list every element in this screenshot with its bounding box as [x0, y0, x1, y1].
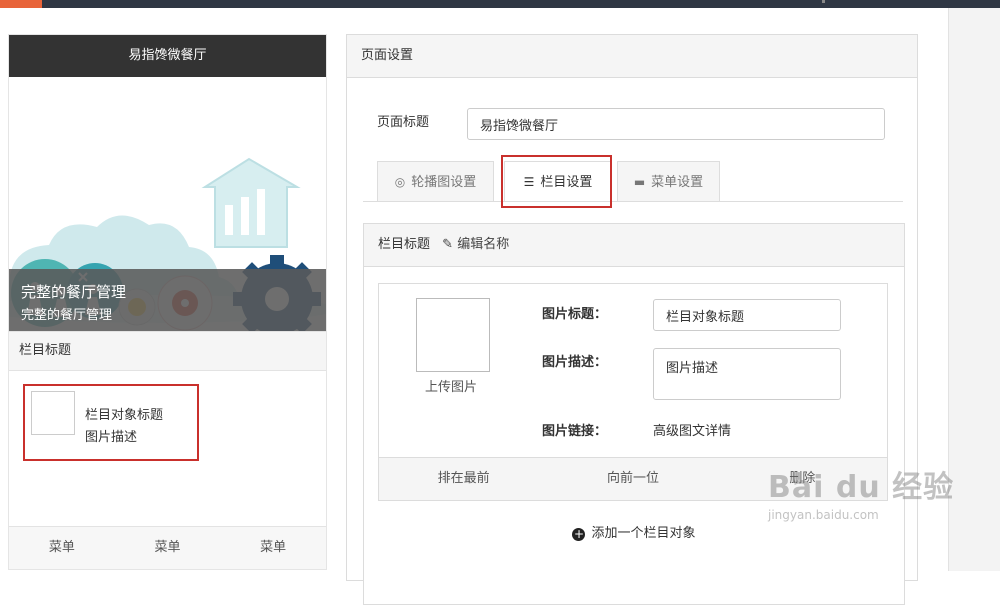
add-column-item-button[interactable]: + 添加一个栏目对象: [364, 522, 904, 541]
column-heading: 栏目标题 ✎ 编辑名称: [364, 224, 904, 267]
carousel-icon: ◎: [394, 175, 406, 189]
top-bar-marker: [822, 0, 825, 3]
watermark-logo-text: Bai du 经验: [768, 470, 955, 505]
panel-heading: 页面设置: [347, 35, 917, 78]
image-desc-textarea[interactable]: 图片描述: [653, 348, 841, 400]
baidu-watermark: Bai du 经验 jingyan.baidu.com: [768, 462, 954, 522]
phone-header-title: 易指馋微餐厅: [9, 35, 326, 77]
image-link-label: 图片链接：: [542, 424, 608, 439]
tabs-divider: [363, 201, 903, 202]
column-heading-label: 栏目标题: [378, 237, 431, 252]
tab-label: 轮播图设置: [411, 175, 477, 190]
phone-banner[interactable]: 完整的餐厅管理 完整的餐厅管理: [9, 77, 326, 331]
phone-section-title: 栏目标题: [9, 331, 326, 371]
page-title-label: 页面标题: [377, 115, 430, 130]
watermark-url: jingyan.baidu.com: [768, 508, 879, 522]
tab-carousel-settings[interactable]: ◎ 轮播图设置: [377, 161, 494, 201]
tab-label: 菜单设置: [651, 175, 704, 190]
plus-circle-icon: +: [572, 527, 586, 541]
highlight-box-item: [23, 384, 199, 461]
edit-name-button[interactable]: ✎ 编辑名称: [442, 237, 509, 252]
phone-menu-item[interactable]: 菜单: [220, 527, 326, 569]
banner-title: 完整的餐厅管理: [21, 283, 127, 301]
upload-image-label[interactable]: 上传图片: [425, 376, 477, 395]
image-title-label: 图片标题：: [542, 307, 608, 322]
top-bar: [0, 0, 1000, 8]
image-desc-label: 图片描述：: [542, 355, 608, 370]
edit-icon: ✎: [442, 237, 454, 252]
edit-name-label: 编辑名称: [457, 237, 510, 252]
phone-menu-item[interactable]: 菜单: [9, 527, 115, 569]
menu-icon: ▬: [633, 175, 646, 189]
move-first-button[interactable]: 排在最前: [379, 458, 548, 500]
image-title-input[interactable]: [653, 299, 841, 331]
highlight-box-tab: [501, 155, 612, 208]
right-gutter: [948, 8, 1000, 571]
phone-menu-bar: 菜单 菜单 菜单: [9, 526, 326, 569]
tab-menu-settings[interactable]: ▬ 菜单设置: [617, 161, 720, 201]
move-up-button[interactable]: 向前一位: [548, 458, 717, 500]
column-settings-panel: 栏目标题 ✎ 编辑名称 上传图片 图片标题： 图片描述： 图片描述 图片链接： …: [363, 223, 905, 605]
phone-preview: 易指馋微餐厅 完整的餐厅管理 完整的餐厅管理 栏目标题 栏目对象标题 图片描述 …: [8, 34, 327, 570]
upload-image-box[interactable]: [416, 298, 490, 372]
banner-subtitle: 完整的餐厅管理: [21, 308, 113, 323]
add-column-item-label: 添加一个栏目对象: [591, 526, 696, 541]
brand-accent: [0, 0, 42, 8]
phone-menu-item[interactable]: 菜单: [115, 527, 221, 569]
page-title-input[interactable]: [467, 108, 885, 140]
banner-caption: 完整的餐厅管理 完整的餐厅管理: [9, 269, 326, 331]
phone-list-item[interactable]: 栏目对象标题 图片描述: [9, 371, 326, 461]
image-link-value[interactable]: 高级图文详情: [653, 420, 731, 439]
